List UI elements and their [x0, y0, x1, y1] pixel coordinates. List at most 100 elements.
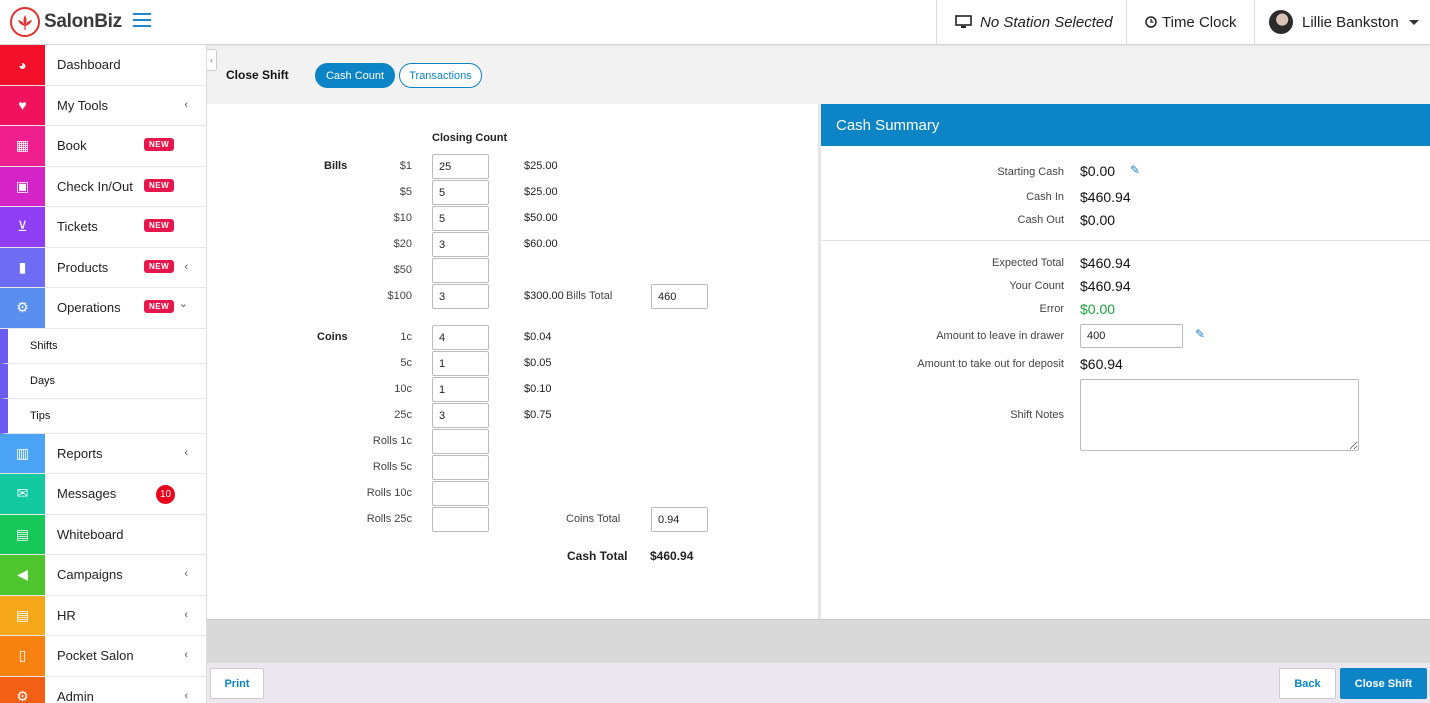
cart-icon: ⊻	[0, 207, 45, 247]
cash-count-panel: Closing Count Bills Coins Bills Total Co…	[207, 104, 818, 619]
leave-in-drawer-label: Amount to leave in drawer	[936, 330, 1064, 342]
time-clock-label: Time Clock	[1162, 13, 1237, 31]
document-icon: ▤	[0, 595, 45, 635]
error-value: $0.00	[1080, 301, 1116, 317]
sidebar-item-label: HR	[57, 607, 76, 623]
sidebar-item-pocket-salon[interactable]: ▯ Pocket Salon ‹	[0, 636, 206, 677]
logo-flower-icon	[10, 7, 40, 37]
count-input[interactable]	[432, 206, 489, 231]
sidebar-subitem-tips[interactable]: Tips	[0, 398, 206, 434]
sidebar-item-my-tools[interactable]: ♥ My Tools ‹	[0, 85, 206, 126]
denomination-label: 5c	[400, 357, 412, 369]
sidebar-item-label: Admin	[57, 688, 94, 703]
tab-cash-count[interactable]: Cash Count	[315, 63, 395, 88]
sidebar-item-book[interactable]: ▦ Book NEW	[0, 126, 206, 167]
calendar-icon: ▦	[0, 126, 45, 166]
sidebar-item-label: Tickets	[57, 219, 98, 235]
clock-icon	[1145, 16, 1157, 28]
sidebar-item-tickets[interactable]: ⊻ Tickets NEW	[0, 207, 206, 248]
deposit-label: Amount to take out for deposit	[917, 358, 1064, 370]
cash-total-value: $460.94	[650, 549, 694, 563]
sidebar-item-hr[interactable]: ▤ HR ‹	[0, 595, 206, 636]
monitor-icon	[955, 15, 972, 28]
dashboard-icon: ◕	[0, 45, 45, 85]
time-clock-button[interactable]: Time Clock	[1126, 0, 1254, 44]
station-label: No Station Selected	[980, 13, 1113, 31]
sidebar-item-label: Reports	[57, 445, 103, 461]
closing-count-header: Closing Count	[432, 132, 508, 144]
count-input[interactable]	[432, 284, 489, 309]
menu-toggle-icon[interactable]	[133, 13, 151, 27]
shift-notes-field[interactable]	[1080, 379, 1359, 451]
sidebar-item-products[interactable]: ▮ Products NEW ‹	[0, 247, 206, 288]
sidebar-item-messages[interactable]: ✉ Messages 10	[0, 474, 206, 515]
count-input[interactable]	[432, 325, 489, 350]
sidebar-item-admin[interactable]: ⚙ Admin ‹	[0, 676, 206, 703]
sidebar-subitem-shifts[interactable]: Shifts	[0, 328, 206, 364]
sidebar-item-campaigns[interactable]: ◀ Campaigns ‹	[0, 555, 206, 596]
count-input[interactable]	[432, 180, 489, 205]
error-label: Error	[1039, 303, 1064, 315]
sidebar-item-check-in-out[interactable]: ▣ Check In/Out NEW	[0, 166, 206, 207]
count-input[interactable]	[432, 481, 489, 506]
line-amount: $25.00	[524, 186, 558, 198]
denomination-label: $1	[399, 160, 412, 172]
collapse-sidebar-icon[interactable]: ‹	[207, 49, 217, 71]
sidebar-item-label: Products	[57, 259, 109, 275]
count-input[interactable]	[432, 377, 489, 402]
denomination-label: $100	[387, 290, 412, 302]
count-input[interactable]	[432, 429, 489, 454]
denomination-label: Rolls 25c	[366, 513, 412, 525]
sidebar-item-operations[interactable]: ⚙ Operations NEW ⌄	[0, 288, 206, 329]
denomination-label: Rolls 5c	[372, 461, 412, 473]
your-count-label: Your Count	[1009, 280, 1064, 292]
mobile-icon: ▯	[0, 636, 45, 676]
cash-summary-panel: Cash Summary Starting Cash $0.00 ✎ Cash …	[818, 104, 1430, 619]
heart-pulse-icon: ♥	[0, 85, 45, 125]
line-amount: $0.75	[524, 409, 552, 421]
sidebar-item-dashboard[interactable]: ◕ Dashboard	[0, 45, 206, 86]
bills-total-field[interactable]	[651, 284, 708, 309]
cash-out-label: Cash Out	[1017, 214, 1064, 226]
line-amount: $0.10	[524, 383, 552, 395]
back-button[interactable]: Back	[1279, 668, 1336, 699]
salonbiz-logo[interactable]: SalonBiz	[10, 7, 122, 37]
leave-in-drawer-field[interactable]	[1080, 324, 1183, 348]
bar-chart-icon: ▥	[0, 433, 45, 473]
count-input[interactable]	[432, 507, 489, 532]
logo-text: SalonBiz	[44, 11, 122, 32]
close-shift-button[interactable]: Close Shift	[1340, 668, 1427, 699]
sidebar-item-label: Operations	[57, 300, 121, 316]
line-amount: $50.00	[524, 212, 558, 224]
count-input[interactable]	[432, 154, 489, 179]
expected-total-label: Expected Total	[992, 257, 1064, 269]
bottles-icon: ▮	[0, 247, 45, 287]
whiteboard-icon: ▤	[0, 514, 45, 554]
coins-total-field[interactable]	[651, 507, 708, 532]
count-input[interactable]	[432, 232, 489, 257]
line-amount: $60.00	[524, 238, 558, 250]
count-input[interactable]	[432, 403, 489, 428]
bills-total-label: Bills Total	[566, 290, 613, 302]
tab-transactions[interactable]: Transactions	[399, 63, 482, 88]
cash-summary-title: Cash Summary	[821, 104, 1430, 146]
new-badge: NEW	[144, 178, 175, 192]
count-input[interactable]	[432, 455, 489, 480]
sidebar-item-reports[interactable]: ▥ Reports ‹	[0, 433, 206, 474]
sidebar-item-label: Pocket Salon	[57, 648, 134, 664]
shift-notes-label: Shift Notes	[1010, 409, 1064, 421]
sidebar-item-whiteboard[interactable]: ▤ Whiteboard	[0, 514, 206, 555]
print-button[interactable]: Print	[210, 668, 264, 699]
cash-out-value: $0.00	[1080, 212, 1116, 228]
station-selector[interactable]: No Station Selected	[936, 0, 1126, 44]
count-input[interactable]	[432, 351, 489, 376]
sidebar-subitem-days[interactable]: Days	[0, 363, 206, 399]
user-menu[interactable]: Lillie Bankston	[1254, 0, 1430, 44]
user-name: Lillie Bankston	[1302, 13, 1399, 31]
edit-leave-amount-icon[interactable]: ✎	[1195, 327, 1205, 341]
count-input[interactable]	[432, 258, 489, 283]
line-amount: $300.00	[524, 290, 564, 302]
expected-total-value: $460.94	[1080, 255, 1131, 271]
edit-starting-cash-icon[interactable]: ✎	[1130, 163, 1140, 177]
line-amount: $0.04	[524, 331, 552, 343]
